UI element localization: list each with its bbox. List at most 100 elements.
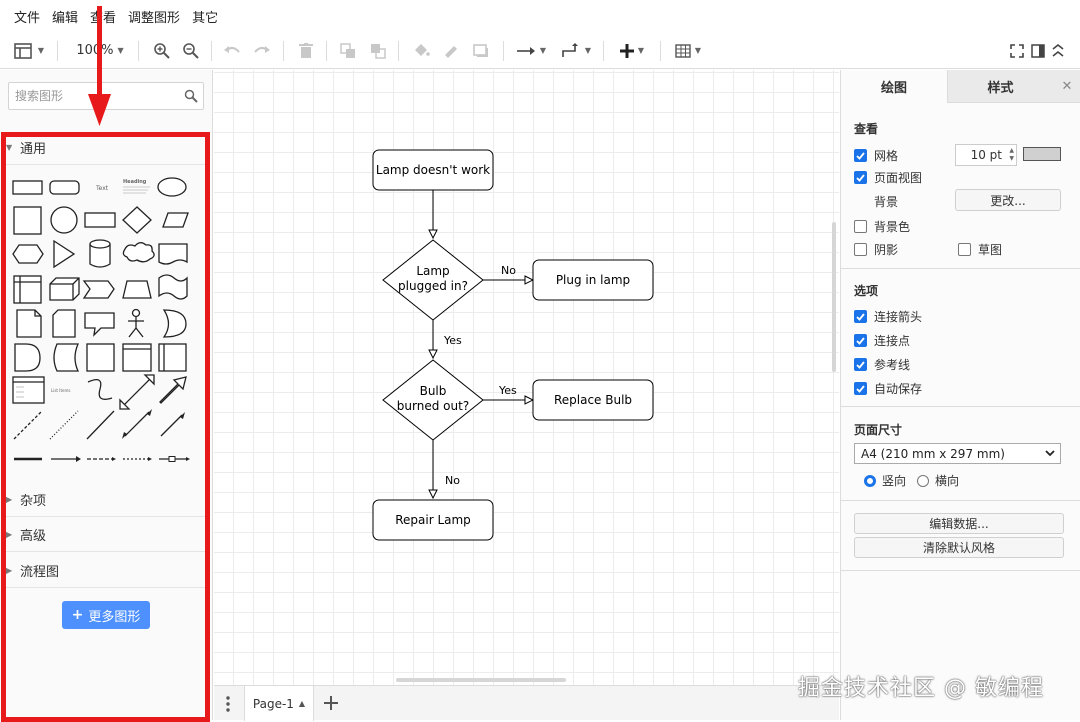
search-icon[interactable] xyxy=(184,89,198,103)
background-label: 背景 xyxy=(874,195,899,209)
shadow-option[interactable]: 阴影 xyxy=(854,241,898,258)
guides-checkbox[interactable] xyxy=(854,358,867,371)
landscape-option[interactable]: 横向 xyxy=(917,472,959,489)
undo-button[interactable] xyxy=(222,32,242,69)
autosave-option[interactable]: 自动保存 xyxy=(854,380,922,397)
toolbar: ▼ 100% ▼ ▼ ▼ ▼ ▼ xyxy=(0,32,1080,69)
bgcolor-checkbox[interactable] xyxy=(854,220,867,233)
format-toggle-button[interactable] xyxy=(1028,32,1048,69)
shadow-button[interactable] xyxy=(470,32,492,69)
sketch-checkbox[interactable] xyxy=(958,243,971,256)
landscape-radio[interactable] xyxy=(917,474,929,487)
divider xyxy=(841,570,1080,571)
menu-extras[interactable]: 其它 xyxy=(186,7,224,26)
connection-points-checkbox[interactable] xyxy=(854,334,867,347)
autosave-label: 自动保存 xyxy=(874,382,923,396)
insert-dropdown[interactable]: ▼ xyxy=(614,32,650,69)
bgcolor-option[interactable]: 背景色 xyxy=(854,218,910,235)
waypoints-dropdown[interactable]: ▼ xyxy=(558,32,594,69)
landscape-label: 横向 xyxy=(935,474,960,488)
pencil-icon xyxy=(445,45,457,58)
toolbar-divider xyxy=(503,41,504,61)
zoom-out-icon xyxy=(182,43,199,59)
panel-layout-icon xyxy=(14,42,32,59)
page-size-value: A4 (210 mm x 297 mm) xyxy=(861,446,1005,461)
menu-arrange[interactable]: 调整图形 xyxy=(122,7,186,26)
node-repair-label: Repair Lamp xyxy=(395,513,471,527)
edit-data-button[interactable]: 编辑数据... xyxy=(854,513,1064,534)
drawing-canvas[interactable]: Lamp doesn't work Lamp plugged in? Plug … xyxy=(214,70,839,685)
grid-color-swatch[interactable] xyxy=(1023,147,1061,161)
connection-style-dropdown[interactable]: ▼ xyxy=(513,32,549,69)
portrait-radio[interactable] xyxy=(864,474,876,487)
table-dropdown[interactable]: ▼ xyxy=(670,32,706,69)
grid-checkbox[interactable] xyxy=(854,149,867,162)
fill-color-button[interactable] xyxy=(410,32,432,69)
page-tab[interactable]: Page-1 ▲ xyxy=(244,686,314,721)
elbow-connector-icon xyxy=(562,42,578,57)
plus-icon xyxy=(619,43,634,58)
autosave-checkbox[interactable] xyxy=(854,382,867,395)
change-background-button[interactable]: 更改... xyxy=(955,189,1061,211)
zoom-in-icon xyxy=(153,43,170,59)
connection-points-label: 连接点 xyxy=(874,334,911,348)
close-icon[interactable]: ✕ xyxy=(1053,70,1080,103)
spinner-arrows-icon[interactable]: ▲ ▼ xyxy=(1009,147,1014,163)
grid-option[interactable]: 网格 xyxy=(854,147,898,164)
node-replace-label: Replace Bulb xyxy=(554,393,632,407)
to-front-button[interactable] xyxy=(338,32,358,69)
watermark-text: 掘金技术社区 @ 敏编程 xyxy=(798,676,1044,701)
pageview-checkbox[interactable] xyxy=(854,171,867,184)
shadow-checkbox[interactable] xyxy=(854,243,867,256)
menu-edit[interactable]: 编辑 xyxy=(46,7,84,26)
shadow-icon xyxy=(473,43,488,57)
page-size-select[interactable]: A4 (210 mm x 297 mm) xyxy=(854,443,1061,464)
node-plugged-label-2: plugged in? xyxy=(398,279,468,293)
edge-label-yes-1: Yes xyxy=(443,334,462,347)
clear-default-style-button[interactable]: 清除默认风格 xyxy=(854,537,1064,558)
fullscreen-button[interactable] xyxy=(1007,32,1027,69)
portrait-option[interactable]: 竖向 xyxy=(864,472,906,489)
connection-points-option[interactable]: 连接点 xyxy=(854,332,910,349)
format-panel-toggle-button[interactable]: ▼ xyxy=(10,32,48,69)
toolbar-divider xyxy=(660,41,661,61)
zoom-out-button[interactable] xyxy=(179,32,201,69)
toolbar-divider xyxy=(603,41,604,61)
toolbar-divider xyxy=(138,41,139,61)
add-page-icon[interactable] xyxy=(324,696,338,710)
pageview-option[interactable]: 页面视图 xyxy=(854,169,922,186)
node-plugged-label-1: Lamp xyxy=(416,264,449,278)
divider xyxy=(841,268,1080,269)
toolbar-divider xyxy=(283,41,284,61)
zoom-in-button[interactable] xyxy=(150,32,172,69)
menu-file[interactable]: 文件 xyxy=(8,7,46,26)
paint-bucket-icon xyxy=(415,43,430,56)
divider xyxy=(841,406,1080,407)
sketch-option[interactable]: 草图 xyxy=(958,241,1002,258)
connection-arrows-checkbox[interactable] xyxy=(854,310,867,323)
divider xyxy=(841,500,1080,501)
shadow-label: 阴影 xyxy=(874,243,899,257)
edge-label-yes-2: Yes xyxy=(498,384,517,397)
tab-diagram[interactable]: 绘图 xyxy=(841,70,947,103)
more-vertical-icon[interactable] xyxy=(226,696,230,712)
tab-style[interactable]: 样式 xyxy=(947,70,1053,103)
delete-button[interactable] xyxy=(296,32,316,69)
grid-size-input[interactable]: 10 pt ▲ ▼ xyxy=(955,144,1017,166)
portrait-label: 竖向 xyxy=(882,474,907,488)
chevron-down-icon xyxy=(1045,450,1055,457)
collapse-button[interactable] xyxy=(1048,32,1068,69)
horizontal-scrollbar[interactable] xyxy=(396,678,566,682)
guides-option[interactable]: 参考线 xyxy=(854,356,910,373)
guides-label: 参考线 xyxy=(874,358,911,372)
redo-button[interactable] xyxy=(252,32,272,69)
sketch-label: 草图 xyxy=(978,243,1003,257)
connection-arrows-label: 连接箭头 xyxy=(874,310,923,324)
to-back-button[interactable] xyxy=(368,32,388,69)
vertical-scrollbar[interactable] xyxy=(832,222,836,372)
toolbar-divider xyxy=(398,41,399,61)
line-color-button[interactable] xyxy=(440,32,462,69)
connection-arrows-option[interactable]: 连接箭头 xyxy=(854,308,922,325)
node-plug-label: Plug in lamp xyxy=(556,273,630,287)
bgcolor-label: 背景色 xyxy=(874,220,911,234)
